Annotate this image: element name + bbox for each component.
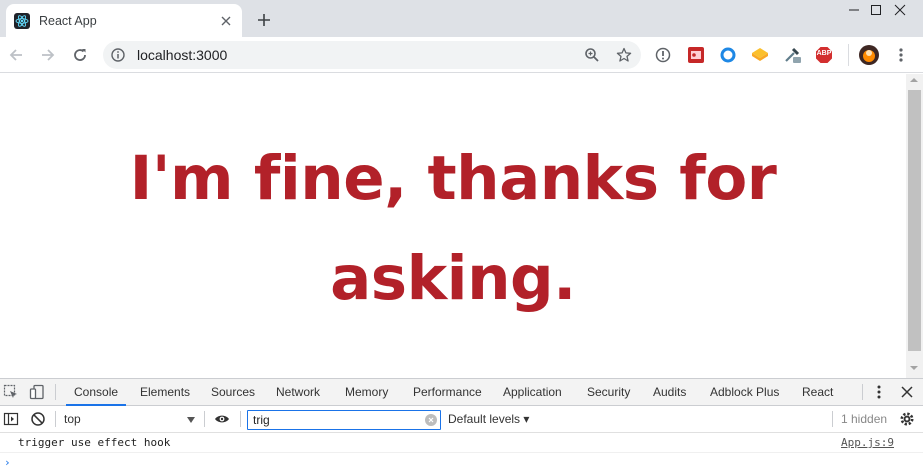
- context-value: top: [64, 412, 81, 426]
- console-prompt[interactable]: ›: [4, 456, 11, 469]
- scroll-up-icon[interactable]: [910, 78, 918, 82]
- console-log-row: trigger use effect hook App.js:9: [0, 433, 923, 453]
- toolbar-divider: [848, 44, 849, 66]
- sidebar-toggle-icon[interactable]: [3, 411, 19, 427]
- blue-ring-icon[interactable]: [719, 46, 737, 64]
- devtools-panel: Console Elements Sources Network Memory …: [0, 378, 923, 471]
- tab-close-icon[interactable]: [218, 13, 234, 29]
- url-text: localhost:3000: [137, 47, 228, 63]
- tab-elements[interactable]: Elements: [140, 379, 190, 406]
- scroll-thumb[interactable]: [908, 90, 921, 351]
- log-levels-dropdown[interactable]: Default levels ▾: [448, 412, 529, 426]
- react-icon: [14, 12, 30, 29]
- tab-security[interactable]: Security: [587, 379, 630, 406]
- live-expression-eye-icon[interactable]: [214, 411, 230, 427]
- menu-icon[interactable]: [892, 46, 910, 64]
- devtools-menu-icon[interactable]: [871, 384, 887, 400]
- chevron-down-icon: [187, 417, 195, 423]
- close-icon[interactable]: [877, 0, 923, 20]
- abp-label: ABP: [816, 50, 832, 57]
- tab-audits[interactable]: Audits: [653, 379, 686, 406]
- inspect-element-icon[interactable]: [3, 384, 19, 400]
- clear-console-icon[interactable]: [30, 411, 46, 427]
- console-filter-input[interactable]: trig: [247, 410, 441, 430]
- tab-network[interactable]: Network: [276, 379, 320, 406]
- console-toolbar: top trig Default levels ▾ 1 hidden: [0, 406, 923, 433]
- browser-tab[interactable]: React App: [6, 4, 242, 37]
- title-bar: React App: [0, 0, 923, 37]
- log-message: trigger use effect hook: [18, 436, 171, 449]
- eyedropper-icon[interactable]: [783, 46, 801, 64]
- page-info-icon[interactable]: [654, 46, 672, 64]
- tab-title: React App: [39, 13, 97, 28]
- hidden-count: 1 hidden: [841, 412, 888, 426]
- tab-application[interactable]: Application: [503, 379, 562, 406]
- new-tab-button[interactable]: [252, 9, 276, 31]
- scroll-down-icon[interactable]: [910, 366, 918, 370]
- info-icon[interactable]: [111, 48, 125, 62]
- address-bar[interactable]: localhost:3000: [103, 41, 641, 69]
- tab-performance[interactable]: Performance: [413, 379, 482, 406]
- devtools-close-icon[interactable]: [899, 384, 915, 400]
- filter-value: trig: [253, 413, 270, 427]
- page-heading: I'm fine, thanks for asking.: [129, 143, 777, 314]
- page-viewport: I'm fine, thanks for asking.: [0, 74, 906, 378]
- vertical-scrollbar[interactable]: [906, 74, 923, 378]
- back-button[interactable]: [5, 44, 27, 66]
- toolbar-divider: [204, 411, 205, 427]
- toolbar-divider: [240, 411, 241, 427]
- abp-icon[interactable]: ABP: [815, 46, 833, 64]
- tab-divider: [55, 384, 56, 400]
- zoom-icon[interactable]: [584, 47, 600, 63]
- forward-button[interactable]: [37, 44, 59, 66]
- yellow-extension-icon[interactable]: [751, 46, 769, 64]
- tab-react[interactable]: React: [802, 379, 833, 406]
- tab-divider: [862, 384, 863, 400]
- devtools-tab-bar: Console Elements Sources Network Memory …: [0, 379, 923, 406]
- toolbar-divider: [55, 411, 56, 427]
- log-source-link[interactable]: App.js:9: [841, 436, 894, 449]
- tab-sources[interactable]: Sources: [211, 379, 255, 406]
- toolbar-divider: [832, 411, 833, 427]
- tab-console[interactable]: Console: [66, 379, 127, 406]
- avatar[interactable]: [859, 45, 879, 65]
- clear-filter-icon[interactable]: [425, 414, 437, 426]
- browser-toolbar: localhost:3000 ABP: [0, 37, 923, 73]
- console-settings-gear-icon[interactable]: [899, 411, 915, 427]
- tab-adblock-plus[interactable]: Adblock Plus: [710, 379, 779, 406]
- star-icon[interactable]: [616, 47, 632, 63]
- reload-button[interactable]: [69, 44, 91, 66]
- tab-memory[interactable]: Memory: [345, 379, 388, 406]
- context-select[interactable]: top: [64, 412, 197, 428]
- red-extension-icon[interactable]: [687, 46, 705, 64]
- device-toolbar-icon[interactable]: [29, 384, 45, 400]
